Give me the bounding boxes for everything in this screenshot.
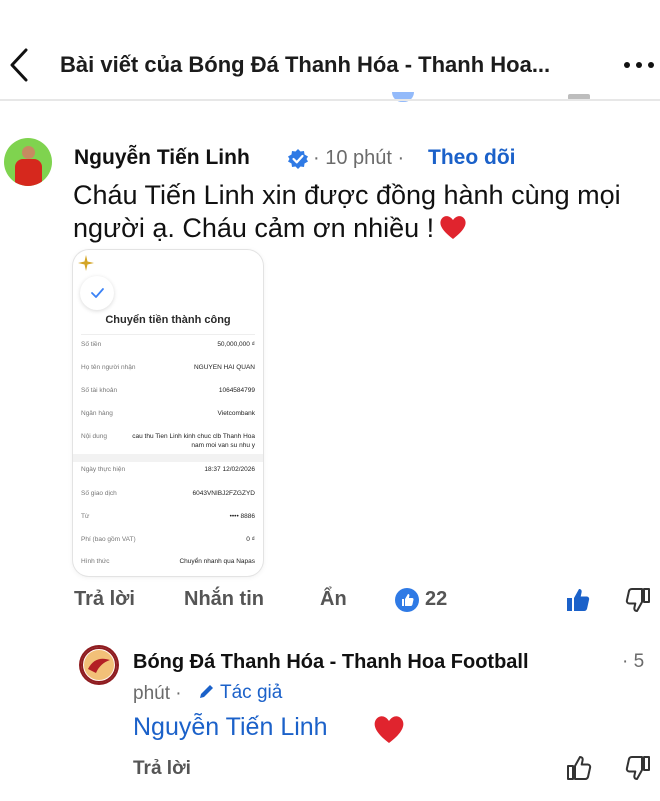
receipt-title: Chuyển tiền thành công [105,314,231,326]
follow-button[interactable]: Theo dõi [428,146,516,170]
header-divider [0,99,660,101]
avatar[interactable] [4,138,52,186]
top-bar: Bài viết của Bóng Đá Thanh Hóa - Thanh H… [0,0,660,100]
comment-body: Cháu Tiến Linh xin được đồng hành cùng m… [73,180,621,243]
success-check-icon [80,276,114,310]
reply-time-continued: phút · [133,683,182,704]
thumbs-down-icon[interactable] [624,586,652,614]
message-button[interactable]: Nhắn tin [184,588,264,611]
pencil-icon [200,685,213,698]
club-logo-avatar[interactable] [79,645,119,685]
hide-button[interactable]: Ẩn [320,588,347,611]
mention-link[interactable]: Nguyễn Tiến Linh [133,713,328,742]
reply-author-name[interactable]: Bóng Đá Thanh Hóa - Thanh Hoa Football [133,651,529,674]
author-badge: Tác giả [198,682,282,704]
comment-text: Cháu Tiến Linh xin được đồng hành cùng m… [73,179,633,245]
thumbs-up-icon[interactable] [564,586,592,614]
like-reaction-icon[interactable] [395,588,419,612]
chevron-left-icon[interactable] [6,46,34,84]
comment-author-name[interactable]: Nguyễn Tiến Linh [74,146,250,170]
page-title: Bài viết của Bóng Đá Thanh Hóa - Thanh H… [60,52,551,77]
like-count: 22 [425,588,448,610]
star-logo-icon [78,255,94,271]
author-badge-label: Tác giả [220,682,283,703]
verified-badge-icon [288,149,308,169]
reply-button[interactable]: Trả lời [74,588,135,611]
thumbs-up-outline-icon[interactable] [566,754,592,782]
reply-to-reply-button[interactable]: Trả lời [133,758,191,780]
thumbs-down-outline-icon[interactable] [624,754,652,782]
comment-time: · 10 phút · [313,147,405,169]
more-horizontal-icon[interactable] [622,58,658,72]
reply-time: · 5 [622,651,645,672]
heart-emoji-icon [440,216,466,239]
heart-emoji-icon [374,716,404,743]
